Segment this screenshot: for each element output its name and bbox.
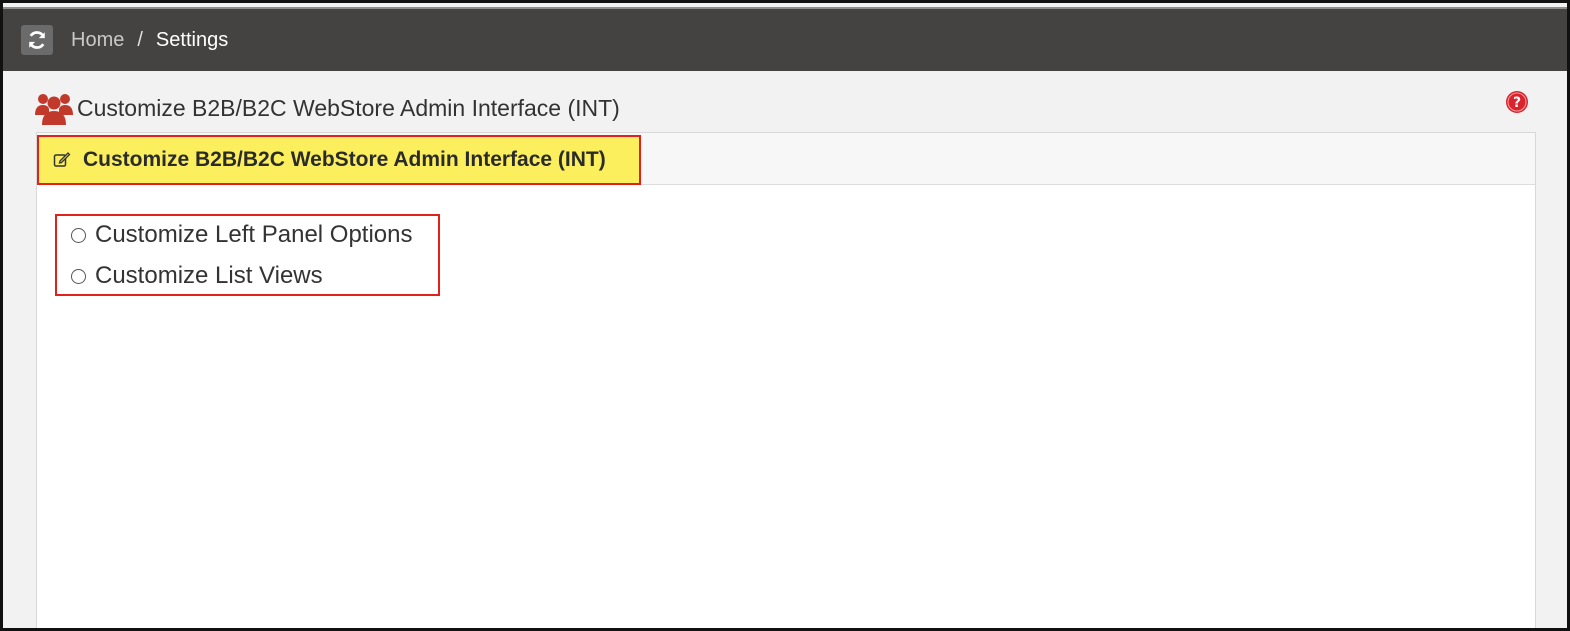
radio-button[interactable] bbox=[71, 227, 86, 243]
refresh-button[interactable] bbox=[21, 25, 53, 55]
app-window: Home / Settings Customize B2B/B2C WebSto… bbox=[0, 0, 1570, 631]
panel-header: Customize B2B/B2C WebStore Admin Interfa… bbox=[37, 133, 1535, 185]
question-circle-icon: ? bbox=[1506, 91, 1528, 113]
edit-icon bbox=[53, 152, 71, 167]
panel-header-title: Customize B2B/B2C WebStore Admin Interfa… bbox=[83, 148, 606, 171]
refresh-icon bbox=[29, 31, 45, 49]
panel-header-highlight: Customize B2B/B2C WebStore Admin Interfa… bbox=[37, 135, 641, 185]
users-icon bbox=[35, 94, 73, 125]
customize-panel: Customize B2B/B2C WebStore Admin Interfa… bbox=[36, 132, 1536, 628]
top-navigation-bar: Home / Settings bbox=[3, 7, 1567, 71]
breadcrumb-home-link[interactable]: Home bbox=[71, 29, 124, 52]
option-customize-list-views[interactable]: Customize List Views bbox=[71, 262, 323, 290]
breadcrumb-current: Settings bbox=[155, 29, 229, 51]
option-customize-left-panel[interactable]: Customize Left Panel Options bbox=[71, 221, 413, 249]
option-label: Customize List Views bbox=[95, 262, 323, 289]
radio-button[interactable] bbox=[71, 268, 86, 284]
breadcrumb: Home / Settings bbox=[71, 29, 228, 52]
help-button[interactable]: ? bbox=[1505, 90, 1531, 116]
page-title: Customize B2B/B2C WebStore Admin Interfa… bbox=[77, 94, 620, 121]
page-header: Customize B2B/B2C WebStore Admin Interfa… bbox=[35, 89, 620, 127]
svg-text:?: ? bbox=[1513, 95, 1521, 111]
option-label: Customize Left Panel Options bbox=[95, 221, 413, 248]
options-group: Customize Left Panel Options Customize L… bbox=[55, 214, 440, 296]
breadcrumb-separator: / bbox=[137, 29, 143, 51]
